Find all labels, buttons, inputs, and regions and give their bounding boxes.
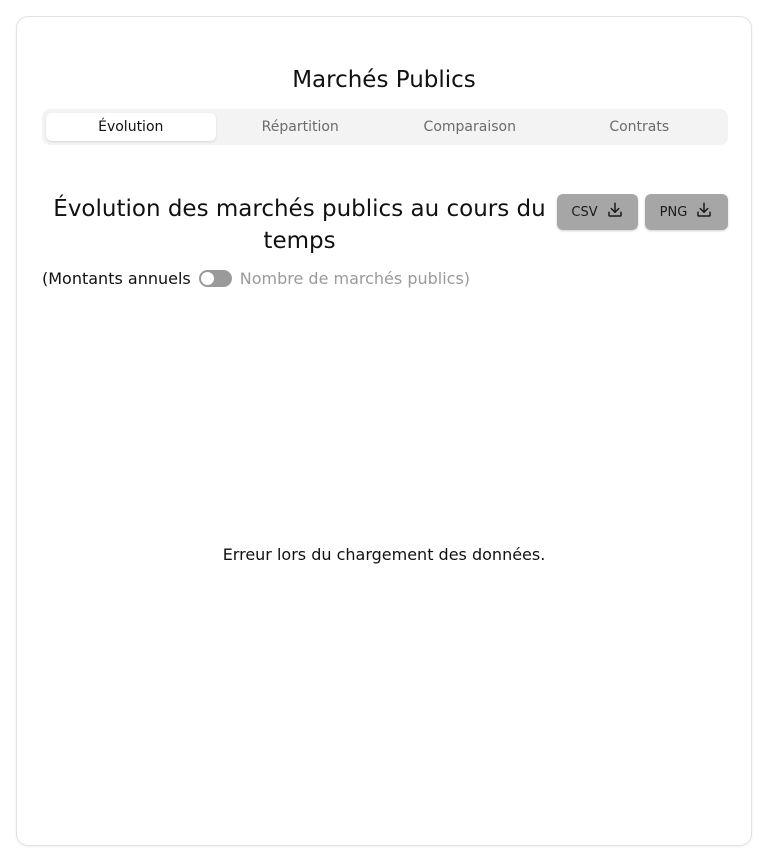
toggle-knob (200, 271, 214, 285)
main-card: Marchés Publics Évolution Répartition Co… (16, 16, 752, 846)
tab-bar: Évolution Répartition Comparaison Contra… (42, 109, 728, 145)
download-icon (695, 201, 713, 223)
tab-repartition[interactable]: Répartition (216, 113, 386, 141)
page-title: Marchés Publics (292, 67, 476, 93)
section-title: Évolution des marchés publics au cours d… (53, 196, 546, 254)
section-header: Évolution des marchés publics au cours d… (42, 193, 728, 263)
metric-toggle-switch[interactable] (198, 269, 232, 287)
error-message: Erreur lors du chargement des données. (222, 545, 546, 564)
metric-toggle-row: (Montants annuels Nombre de marchés publ… (42, 267, 470, 289)
download-png-button[interactable]: PNG (645, 194, 728, 230)
tab-comparaison[interactable]: Comparaison (385, 113, 555, 141)
download-icon (606, 201, 624, 223)
tab-evolution[interactable]: Évolution (46, 113, 216, 141)
csv-button-label: CSV (571, 204, 598, 220)
download-csv-button[interactable]: CSV (557, 194, 638, 230)
png-button-label: PNG (659, 204, 688, 220)
toggle-label-count: Nombre de marchés publics) (239, 268, 471, 288)
tab-contrats[interactable]: Contrats (555, 113, 725, 141)
toggle-label-amounts: (Montants annuels (42, 268, 191, 288)
